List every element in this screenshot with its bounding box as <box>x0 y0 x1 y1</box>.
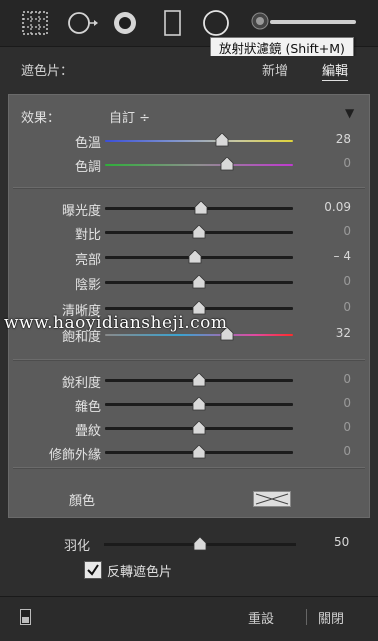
color-label: 顏色 <box>69 494 96 509</box>
brush-size-slider[interactable] <box>270 20 356 24</box>
slider-knob[interactable] <box>192 420 206 435</box>
slider-label: 雜色 <box>74 400 101 415</box>
effect-label: 效果： <box>21 111 61 126</box>
slider-label: 對比 <box>74 228 101 243</box>
slider-value: 0 <box>343 274 351 288</box>
slider-knob[interactable] <box>192 224 206 239</box>
divider <box>306 609 307 625</box>
divider <box>13 359 365 361</box>
crop-overlay-tool-icon[interactable] <box>18 6 52 40</box>
feather-row: 羽化 50 <box>0 534 378 554</box>
slider-label: 清晰度 <box>61 304 101 319</box>
slider-knob[interactable] <box>194 200 208 215</box>
slider-row: 色溫 28 <box>9 131 369 151</box>
slider-value: 32 <box>335 326 351 340</box>
slider-row: 色調 0 <box>9 155 369 175</box>
slider-row: 飽和度 32 <box>9 325 369 345</box>
slider-value: 28 <box>335 132 351 146</box>
invert-label: 反轉遮色片 <box>107 565 173 580</box>
effect-preset-select[interactable]: 自訂 ÷ <box>109 107 150 126</box>
slider-track[interactable] <box>105 164 293 166</box>
mask-new-button[interactable]: 新增 <box>262 60 288 79</box>
slider-label: 亮部 <box>74 253 101 268</box>
slider-label: 修飾外緣 <box>48 448 101 463</box>
slider-value: 0 <box>343 300 351 314</box>
slider-row: 曝光度 0.09 <box>9 199 369 219</box>
slider-row: 對比 0 <box>9 223 369 243</box>
slider-track[interactable] <box>105 334 293 336</box>
close-button[interactable]: 關閉 <box>318 608 344 627</box>
slider-value: 0 <box>343 156 351 170</box>
mask-edit-button[interactable]: 編輯 <box>322 60 349 81</box>
reset-button[interactable]: 重設 <box>248 608 274 627</box>
feather-label: 羽化 <box>64 539 91 554</box>
slider-knob[interactable] <box>215 132 229 147</box>
slider-row: 修飾外緣 0 <box>9 443 369 463</box>
slider-value: 0 <box>343 396 351 410</box>
slider-knob[interactable] <box>220 326 234 341</box>
slider-label: 陰影 <box>74 278 101 293</box>
slider-label: 疊紋 <box>74 424 101 439</box>
slider-label: 飽和度 <box>61 330 101 345</box>
slider-label: 曝光度 <box>61 204 101 219</box>
slider-row: 銳利度 0 <box>9 371 369 391</box>
feather-value: 50 <box>334 535 350 549</box>
slider-row: 清晰度 0 <box>9 299 369 319</box>
slider-knob[interactable] <box>192 300 206 315</box>
slider-knob[interactable] <box>188 249 202 264</box>
slider-track[interactable] <box>105 140 293 142</box>
slider-row: 疊紋 0 <box>9 419 369 439</box>
panel-toggle-switch[interactable] <box>20 609 31 625</box>
slider-row: 雜色 0 <box>9 395 369 415</box>
slider-knob[interactable] <box>192 274 206 289</box>
slider-value: 0.09 <box>324 200 351 214</box>
slider-row: 陰影 0 <box>9 273 369 293</box>
invert-checkbox[interactable] <box>84 561 102 579</box>
adjustment-panel: 效果： 自訂 ÷ ▼ 色溫 28 色調 0 曝光度 0.09 對比 0 亮部 – 4 陰影 0 清晰度 0… <box>8 94 370 518</box>
mask-label: 遮色片： <box>21 64 74 79</box>
color-swatch[interactable] <box>253 491 291 507</box>
slider-value: 0 <box>343 224 351 238</box>
spot-removal-tool-icon[interactable] <box>64 6 98 40</box>
divider <box>13 467 365 469</box>
slider-label: 色調 <box>74 160 101 175</box>
adjustment-brush-tool-icon[interactable] <box>250 11 270 31</box>
footer-bar: 重設 關閉 <box>0 596 378 641</box>
graduated-filter-tool-icon[interactable] <box>156 6 190 40</box>
divider <box>13 187 365 189</box>
slider-knob[interactable] <box>192 444 206 459</box>
feather-slider-knob[interactable] <box>193 536 207 551</box>
slider-knob[interactable] <box>192 396 206 411</box>
slider-value: 0 <box>343 420 351 434</box>
mask-header: 遮色片： 新增 編輯 <box>0 56 378 84</box>
slider-row: 亮部 – 4 <box>9 248 369 268</box>
slider-knob[interactable] <box>220 156 234 171</box>
slider-label: 色溫 <box>74 136 101 151</box>
slider-value: 0 <box>343 372 351 386</box>
slider-value: 0 <box>343 444 351 458</box>
slider-knob[interactable] <box>192 372 206 387</box>
radial-filter-tool-icon[interactable] <box>199 6 233 40</box>
slider-label: 銳利度 <box>61 376 101 391</box>
collapse-triangle-icon[interactable]: ▼ <box>345 106 354 120</box>
slider-value: – 4 <box>333 249 351 263</box>
red-eye-tool-icon[interactable] <box>108 6 142 40</box>
